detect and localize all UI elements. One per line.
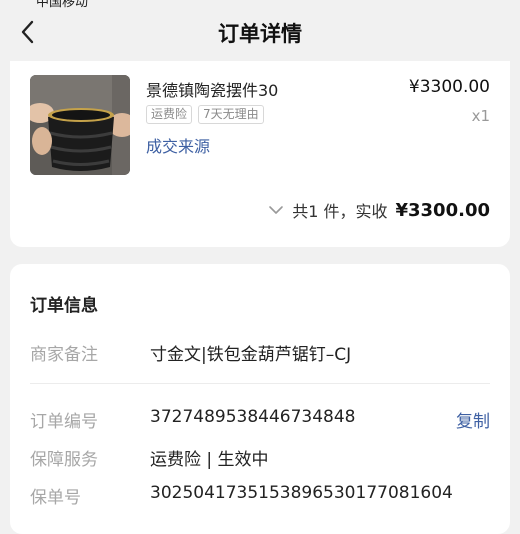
copy-button[interactable]: 复制 [456,407,490,432]
tag-seven-day-return: 7天无理由 [198,105,264,124]
total-count-label: 共1 件，实收 [292,202,388,221]
order-number-row: 订单编号 3727489538446734848 复制 [30,407,490,432]
order-number-value: 3727489538446734848 [150,407,356,427]
order-info-card: 订单信息 商家备注 寸金文|铁包金葫芦锯钉–CJ 订单编号 3727489538… [10,264,510,534]
divider [30,383,490,384]
chevron-down-icon [269,206,284,214]
tag-freight-insurance: 运费险 [146,105,193,124]
policy-label: 保单号 [30,488,81,508]
service-value: 运费险 | 生效中 [150,450,269,470]
order-total[interactable]: 共1 件，实收 ¥3300.00 [268,198,490,222]
order-number-label: 订单编号 [30,412,98,432]
remark-value: 寸金文|铁包金葫芦锯钉–CJ [150,345,352,365]
product-price: ¥3300.00 [408,77,490,97]
source-link[interactable]: 成交来源 [146,133,210,157]
product-tags: 运费险 7天无理由 [146,105,264,124]
service-label: 保障服务 [30,450,98,470]
service-row: 保障服务 运费险 | 生效中 [30,445,490,470]
product-thumbnail[interactable] [30,75,130,175]
status-bar: 中国移动 [0,0,520,10]
product-image [30,75,130,175]
nav-bar: 订单详情 [0,10,520,54]
policy-row: 保单号 3025041735153896530177081604 [30,483,490,508]
carrier-text: 中国移动 [36,0,89,10]
page-title: 订单详情 [218,22,302,46]
policy-value: 3025041735153896530177081604 [150,483,453,503]
section-title: 订单信息 [30,296,98,316]
product-name[interactable]: 景德镇陶瓷摆件30 [146,77,278,101]
merchant-remark-row: 商家备注 寸金文|铁包金葫芦锯钉–CJ [30,340,490,365]
total-amount: ¥3300.00 [395,199,490,221]
product-quantity: x1 [471,107,490,125]
remark-label: 商家备注 [30,345,98,365]
product-card: 景德镇陶瓷摆件30 ¥3300.00 运费险 7天无理由 x1 成交来源 共1 … [10,61,510,247]
